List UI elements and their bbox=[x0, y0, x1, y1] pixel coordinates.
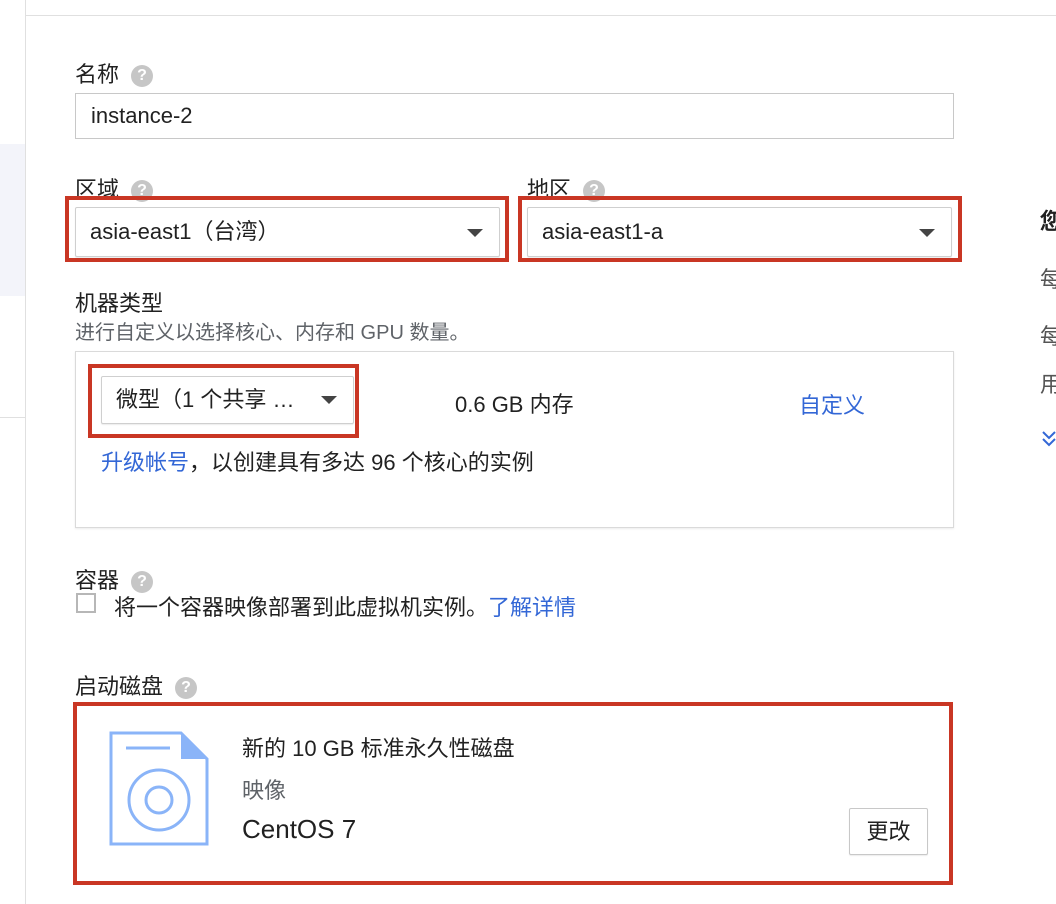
machine-type-description: 进行自定义以选择核心、内存和 GPU 数量。 bbox=[75, 322, 470, 344]
disk-image-icon bbox=[109, 731, 209, 846]
top-divider bbox=[0, 15, 1056, 16]
zone-select[interactable]: asia-east1-a bbox=[527, 207, 952, 257]
right-panel-line-2: 每 bbox=[1040, 324, 1056, 349]
upgrade-description: ，以创建具有多达 96 个核心的实例 bbox=[189, 450, 534, 475]
disk-title: 新的 10 GB 标准永久性磁盘 bbox=[242, 736, 515, 761]
learn-more-link[interactable]: 了解详情 bbox=[488, 595, 576, 620]
chevron-double-down-icon[interactable] bbox=[1042, 430, 1056, 448]
upgrade-line: 升级帐号，以创建具有多达 96 个核心的实例 bbox=[101, 445, 534, 477]
upgrade-account-link[interactable]: 升级帐号 bbox=[101, 450, 189, 475]
left-rail bbox=[0, 0, 26, 904]
left-rail-divider bbox=[0, 417, 25, 418]
boot-disk-label: 启动磁盘? bbox=[75, 669, 198, 701]
caret-down-icon bbox=[467, 229, 483, 237]
help-icon[interactable]: ? bbox=[175, 677, 198, 700]
memory-text: 0.6 GB 内存 bbox=[455, 392, 574, 417]
customize-link[interactable]: 自定义 bbox=[799, 388, 865, 420]
machine-preset-select[interactable]: 微型（1 个共享 … bbox=[101, 376, 354, 424]
name-input[interactable]: instance-2 bbox=[75, 93, 954, 139]
change-disk-button[interactable]: 更改 bbox=[849, 808, 928, 855]
caret-down-icon bbox=[321, 396, 337, 404]
machine-type-label: 机器类型 bbox=[75, 291, 164, 316]
name-label: 名称? bbox=[75, 57, 154, 89]
image-value: CentOS 7 bbox=[242, 814, 357, 844]
container-checkbox[interactable] bbox=[76, 593, 96, 613]
region-select[interactable]: asia-east1（台湾） bbox=[75, 207, 500, 257]
right-panel-line-1: 每 bbox=[1040, 267, 1056, 292]
left-rail-selected bbox=[0, 144, 25, 296]
help-icon[interactable]: ? bbox=[131, 65, 154, 88]
image-label: 映像 bbox=[242, 778, 287, 803]
right-panel-line-3: 用 bbox=[1040, 372, 1056, 397]
caret-down-icon bbox=[919, 229, 935, 237]
container-checkbox-text: 将一个容器映像部署到此虚拟机实例。了解详情 bbox=[114, 595, 577, 620]
right-panel-heading: 您 bbox=[1040, 209, 1056, 234]
